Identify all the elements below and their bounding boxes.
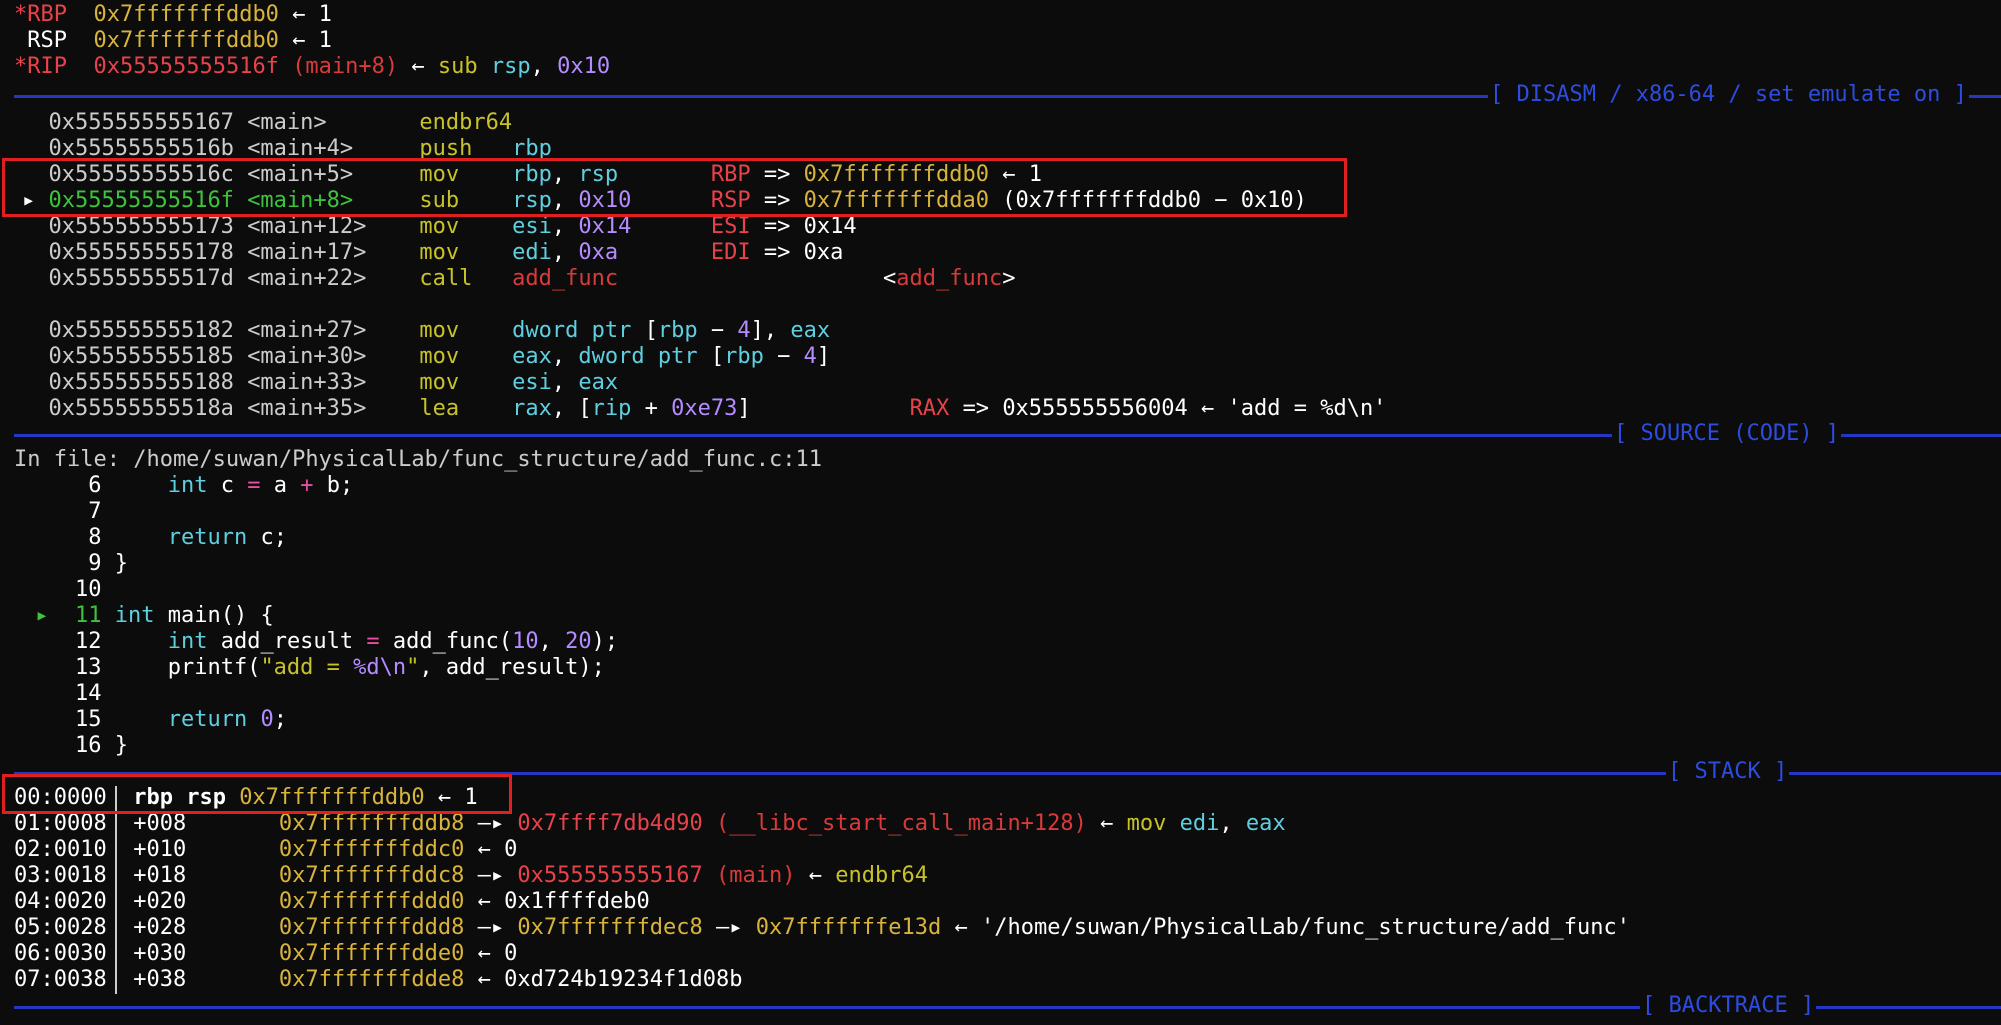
source-line: 15 return 0; xyxy=(74,707,287,732)
disasm-line[interactable]: 0x555555555173 <main+12> mov esi, 0x14 E… xyxy=(22,214,857,240)
disasm-line[interactable]: 0x555555555167 <main> endbr64 xyxy=(22,110,513,136)
disasm-line[interactable]: 0x555555555178 <main+17> mov edi, 0xa ED… xyxy=(22,240,844,266)
stack-row[interactable]: 05:0028 +028 0x7fffffffddd8 —▸ 0x7ffffff… xyxy=(14,915,1630,941)
register-row-rip: *RIP 0x55555555516f (main+8) ← sub rsp, … xyxy=(14,54,611,79)
source-line: 9 } xyxy=(88,551,128,576)
source-line: 6 int c = a + b; xyxy=(88,473,354,498)
source-file-path: In file: /home/suwan/PhysicalLab/func_st… xyxy=(14,447,822,472)
disasm-line[interactable]: 0x55555555517d <main+22> call add_func <… xyxy=(22,266,1016,292)
source-line: 13 printf("add = %d\n", add_result); xyxy=(74,655,605,680)
register-row-rsp: RSP 0x7fffffffddb0 ← 1 xyxy=(27,28,332,53)
backtrace-section-title: [ BACKTRACE ] xyxy=(1640,993,1817,1019)
gdb-pwndbg-terminal[interactable]: ────────── *RBP 0x7fffffffddb0 ← 1 RSP 0… xyxy=(0,0,2001,1025)
disasm-highlight-box xyxy=(2,158,1347,217)
stack-row[interactable]: 04:0020 +020 0x7fffffffddd0 ← 0x1ffffdeb… xyxy=(14,889,650,915)
source-line: 10 xyxy=(74,577,102,602)
source-line: 8 return c; xyxy=(88,525,287,550)
source-line: 14 xyxy=(74,681,102,706)
current-line-marker: ▸ xyxy=(35,603,49,628)
stack-row[interactable]: 03:0018 +018 0x7fffffffddc8 —▸ 0x5555555… xyxy=(14,863,928,889)
stack-row[interactable]: 06:0030 +030 0x7fffffffdde0 ← 0 xyxy=(14,941,517,967)
source-line: 7 xyxy=(88,499,102,524)
disasm-line[interactable]: 0x55555555518a <main+35> lea rax, [rip +… xyxy=(22,396,1387,422)
stack-section-title: [ STACK ] xyxy=(1666,759,1790,785)
stack-row[interactable]: 02:0010 +010 0x7fffffffddc0 ← 0 xyxy=(14,837,517,863)
stack-row[interactable]: 07:0038 +038 0x7fffffffdde8 ← 0xd724b192… xyxy=(14,967,743,993)
register-row-rbp: *RBP 0x7fffffffddb0 ← 1 xyxy=(14,2,332,27)
stack-highlight-box xyxy=(2,774,512,814)
stack-row[interactable]: 01:0008 +008 0x7fffffffddb8 —▸ 0x7ffff7d… xyxy=(14,811,1286,837)
disasm-line[interactable]: 0x555555555182 <main+27> mov dword ptr [… xyxy=(22,318,831,344)
disasm-line[interactable]: 0x555555555188 <main+33> mov esi, eax xyxy=(22,370,619,396)
disasm-line[interactable]: 0x555555555185 <main+30> mov eax, dword … xyxy=(22,344,831,370)
source-line: 12 int add_result = add_func(10, 20); xyxy=(74,629,619,654)
source-line-current: ▸ 11 int main() { xyxy=(35,603,274,628)
source-line: 16 } xyxy=(74,733,128,758)
source-section-title: [ SOURCE (CODE) ] xyxy=(1612,421,1842,447)
disasm-section-title: [ DISASM / x86-64 / set emulate on ] xyxy=(1488,82,1969,108)
